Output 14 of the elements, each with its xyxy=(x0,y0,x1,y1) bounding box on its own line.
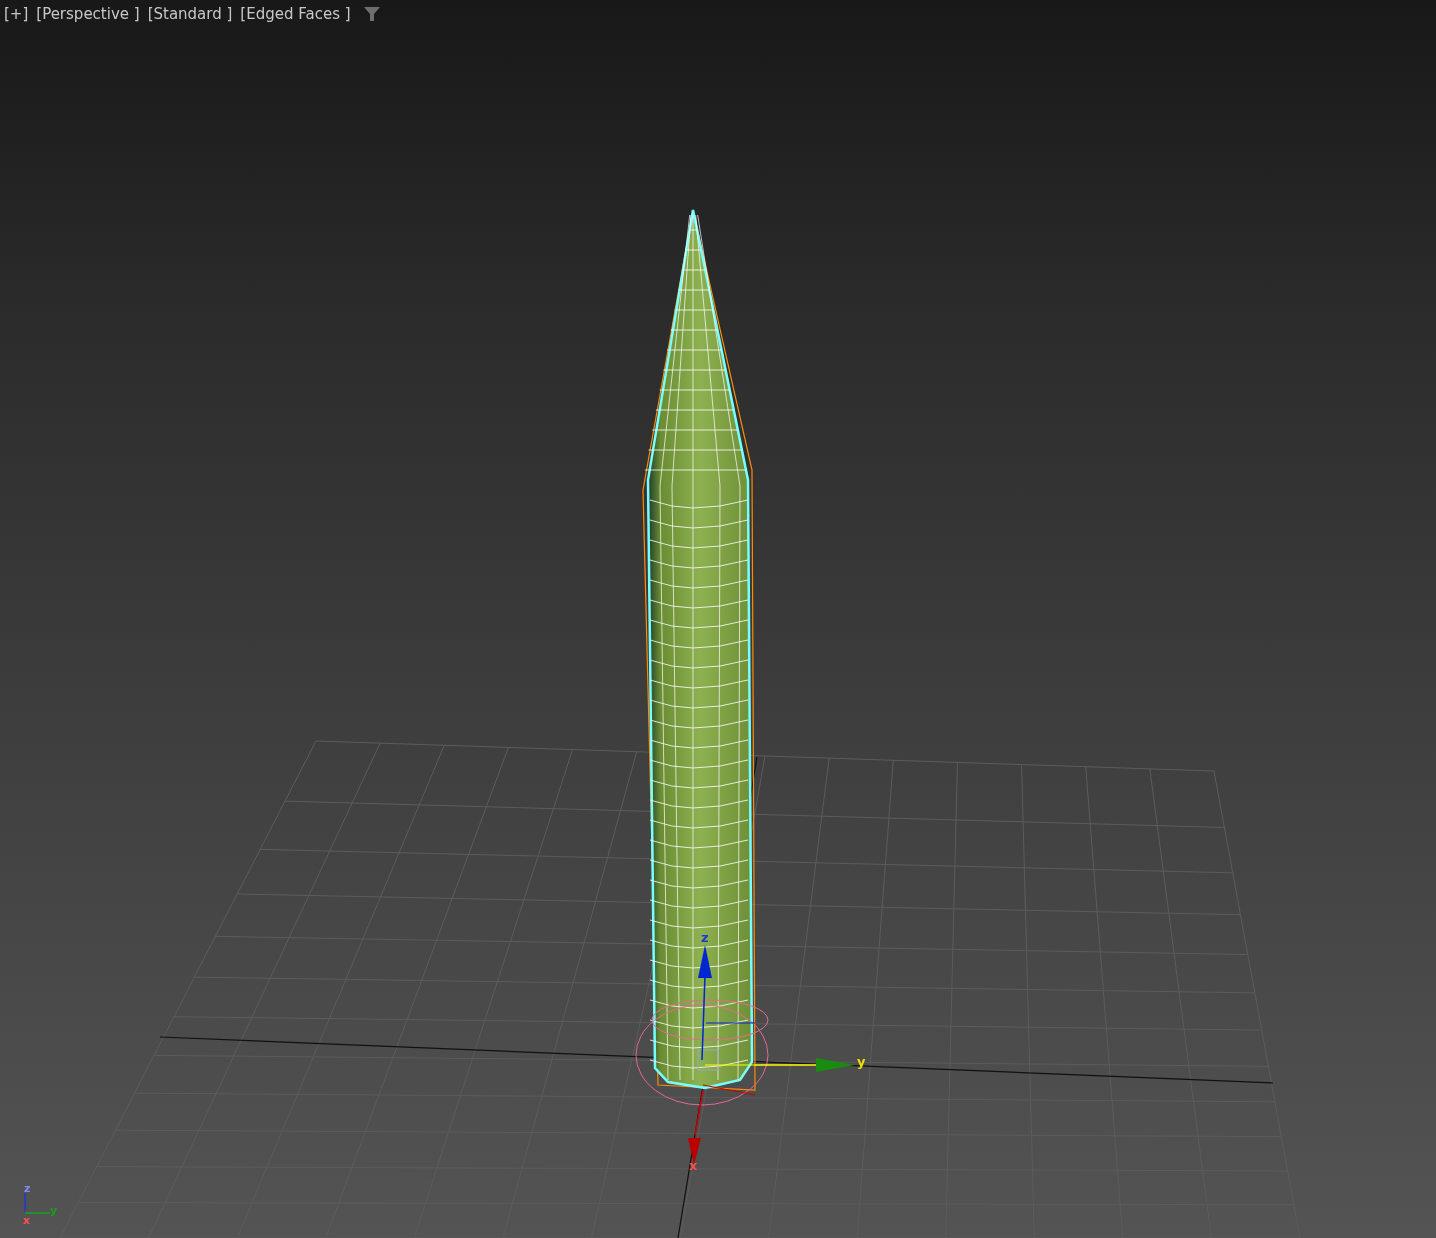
axis-label: y xyxy=(50,1204,58,1217)
axis-label: y xyxy=(857,1054,866,1069)
axis-tripod-icon xyxy=(24,1192,51,1214)
z-axis-arrow[interactable] xyxy=(698,945,712,1061)
viewport-label[interactable]: [Edged Faces ] xyxy=(240,5,351,23)
y-axis-arrow[interactable] xyxy=(754,1058,855,1072)
axis-label: x xyxy=(23,1214,31,1227)
axis-label: z xyxy=(701,930,709,945)
filter-icon[interactable] xyxy=(362,6,381,22)
axis-label: x xyxy=(689,1158,698,1173)
viewport-label[interactable]: [+] xyxy=(4,5,29,23)
axis-label: z xyxy=(24,1182,31,1195)
viewport-label[interactable]: [Standard ] xyxy=(147,5,233,23)
viewport-label[interactable]: [Perspective ] xyxy=(36,5,140,23)
